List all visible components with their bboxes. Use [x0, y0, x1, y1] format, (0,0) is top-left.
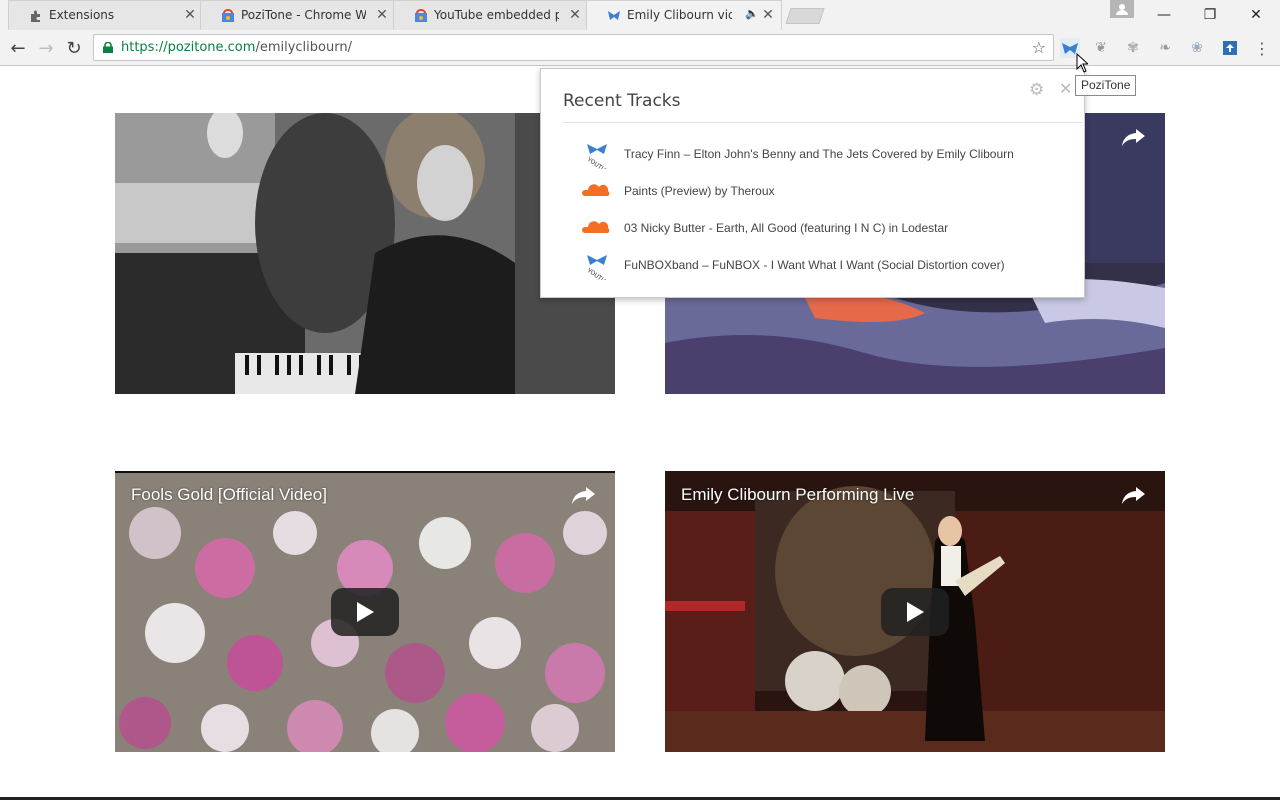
video-embed-performing-live[interactable]: Emily Clibourn Performing Live: [665, 471, 1165, 752]
new-tab-button[interactable]: [785, 8, 825, 24]
tab-strip: Extensions ✕ PoziTone - Chrome Web ✕ You…: [0, 0, 1280, 30]
extension-icon-gray-3[interactable]: ❧: [1155, 38, 1175, 58]
close-icon[interactable]: ✕: [1059, 79, 1072, 98]
track-label[interactable]: Paints (Preview) by Theroux: [624, 184, 775, 198]
address-bar[interactable]: https://pozitone.com/emilyclibourn/ ☆: [93, 34, 1054, 61]
tab-title: Emily Clibourn video: [627, 8, 732, 22]
close-icon[interactable]: ✕: [181, 6, 199, 24]
more-menu-icon[interactable]: ⋮: [1252, 38, 1272, 58]
browser-toolbar: ← → ↻ https://pozitone.com/emilyclibourn…: [0, 30, 1280, 66]
popup-title: Recent Tracks: [563, 91, 681, 111]
chrome-webstore-icon: [414, 9, 428, 23]
video-title[interactable]: Fools Gold [Official Video]: [131, 485, 327, 505]
bookmark-star-icon[interactable]: ☆: [1032, 38, 1046, 57]
video-embed-fools-gold[interactable]: Fools Gold [Official Video]: [115, 471, 615, 752]
share-icon[interactable]: [1121, 127, 1147, 147]
track-label[interactable]: 03 Nicky Butter - Earth, All Good (featu…: [624, 221, 948, 235]
forward-button[interactable]: →: [34, 36, 58, 60]
track-item[interactable]: YOUTUBE Tracy Finn – Elton John's Benny …: [581, 139, 1061, 171]
extension-icon-gray-1[interactable]: ❦: [1091, 38, 1111, 58]
tab-title: Extensions: [49, 8, 115, 22]
close-icon[interactable]: ✕: [373, 6, 391, 24]
tooltip: PoziTone: [1075, 75, 1137, 96]
play-button[interactable]: [331, 587, 399, 636]
soundcloud-icon: [582, 184, 610, 196]
soundcloud-icon: [582, 221, 610, 233]
window-close-button[interactable]: ✕: [1233, 0, 1279, 30]
play-icon: [907, 601, 924, 622]
tab-pozitone-webstore[interactable]: PoziTone - Chrome Web ✕: [200, 0, 396, 30]
gear-icon[interactable]: ⚙: [1029, 80, 1044, 100]
divider: [563, 122, 1083, 123]
svg-text:YOUTUBE: YOUTUBE: [585, 267, 613, 280]
chrome-webstore-icon: [221, 9, 235, 23]
mouse-cursor-icon: [1076, 53, 1088, 73]
tab-emily-clibourn[interactable]: Emily Clibourn video 🔈 ✕: [586, 0, 782, 30]
track-label[interactable]: Tracy Finn – Elton John's Benny and The …: [624, 147, 1014, 161]
track-item[interactable]: Paints (Preview) by Theroux: [581, 176, 1061, 208]
minimize-button[interactable]: —: [1141, 0, 1187, 30]
youtube-embed-icon: YOUTUBE: [585, 255, 613, 280]
tab-youtube-embedded[interactable]: YouTube embedded play ✕: [393, 0, 589, 30]
extension-icon-gray-2[interactable]: ✾: [1123, 38, 1143, 58]
tab-extensions[interactable]: Extensions ✕: [8, 0, 204, 30]
share-icon[interactable]: [571, 485, 597, 505]
lock-icon: [103, 42, 113, 53]
upload-extension-icon[interactable]: [1220, 38, 1240, 58]
pozitone-icon: [607, 9, 621, 23]
close-icon[interactable]: ✕: [759, 6, 777, 24]
back-button[interactable]: ←: [6, 36, 30, 60]
close-icon[interactable]: ✕: [566, 6, 584, 24]
play-icon: [357, 601, 374, 622]
profile-icon[interactable]: [1110, 0, 1134, 18]
url-path: /emilyclibourn/: [255, 40, 352, 55]
url-text[interactable]: https://pozitone.com/emilyclibourn/: [121, 40, 352, 55]
tab-title: YouTube embedded play: [434, 8, 559, 22]
track-item[interactable]: 03 Nicky Butter - Earth, All Good (featu…: [581, 213, 1061, 245]
svg-text:YOUTUBE: YOUTUBE: [585, 156, 613, 169]
track-label[interactable]: FuNBOXband – FuNBOX - I Want What I Want…: [624, 258, 1005, 272]
reload-button[interactable]: ↻: [62, 36, 86, 60]
track-item[interactable]: YOUTUBE FuNBOXband – FuNBOX - I Want Wha…: [581, 250, 1061, 282]
video-title[interactable]: Emily Clibourn Performing Live: [681, 485, 914, 505]
share-icon[interactable]: [1121, 485, 1147, 505]
youtube-embed-icon: YOUTUBE: [585, 144, 613, 169]
leaf-extension-icon[interactable]: ❀: [1187, 38, 1207, 58]
speaker-icon[interactable]: 🔈: [745, 7, 759, 20]
restore-button[interactable]: ❐: [1187, 0, 1233, 30]
puzzle-icon: [29, 9, 43, 23]
pozitone-popup: Recent Tracks ⚙ ✕ YOUTUBE Tracy Finn – E…: [540, 68, 1085, 298]
play-button[interactable]: [881, 587, 949, 636]
tab-title: PoziTone - Chrome Web: [241, 8, 366, 22]
url-domain: https://pozitone.com: [121, 40, 256, 55]
